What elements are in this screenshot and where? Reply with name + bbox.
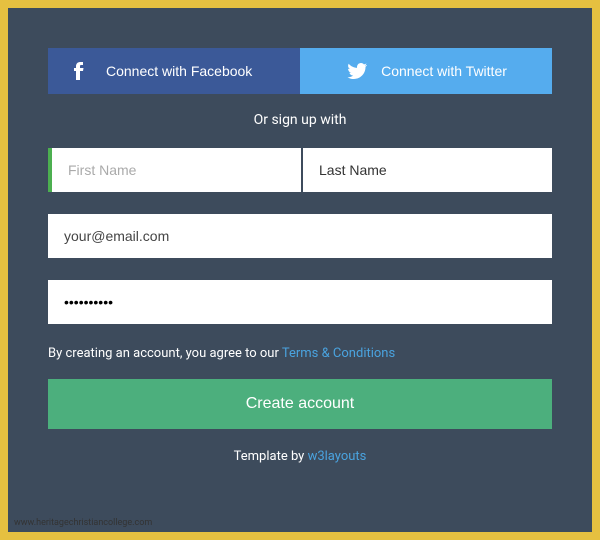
twitter-icon <box>345 63 369 79</box>
connect-facebook-button[interactable]: Connect with Facebook <box>48 48 300 94</box>
last-name-input[interactable] <box>303 148 552 192</box>
footer-prefix: Template by <box>234 449 308 464</box>
footer-link[interactable]: w3layouts <box>308 449 367 464</box>
twitter-label: Connect with Twitter <box>381 63 507 79</box>
signup-panel: Connect with Facebook Connect with Twitt… <box>8 8 592 532</box>
terms-link[interactable]: Terms & Conditions <box>282 346 395 361</box>
name-fields-row <box>48 148 552 192</box>
terms-text: By creating an account, you agree to our… <box>48 346 552 361</box>
facebook-icon <box>66 62 90 80</box>
connect-twitter-button[interactable]: Connect with Twitter <box>300 48 552 94</box>
social-buttons-row: Connect with Facebook Connect with Twitt… <box>48 48 552 94</box>
first-name-input[interactable] <box>52 148 301 192</box>
footer-credit: Template by w3layouts <box>48 449 552 464</box>
password-input[interactable] <box>48 280 552 324</box>
watermark-text: www.heritagechristiancollege.com <box>14 518 152 528</box>
divider-text: Or sign up with <box>48 112 552 128</box>
terms-prefix: By creating an account, you agree to our <box>48 346 282 361</box>
create-account-button[interactable]: Create account <box>48 379 552 429</box>
email-input[interactable] <box>48 214 552 258</box>
facebook-label: Connect with Facebook <box>106 63 252 79</box>
